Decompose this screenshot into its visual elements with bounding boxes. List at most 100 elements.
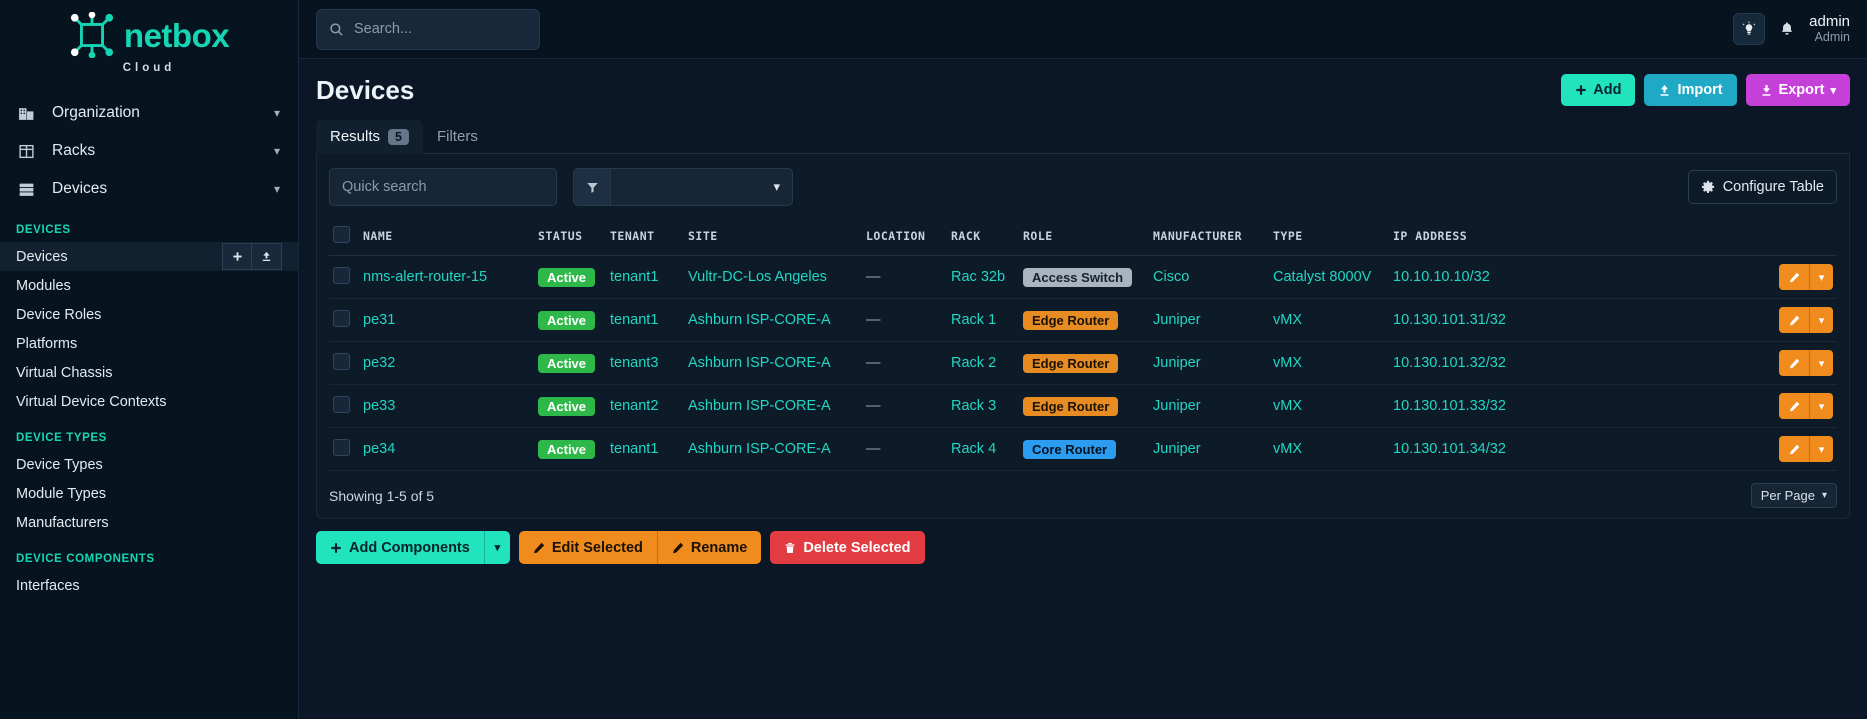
bell-icon[interactable] xyxy=(1779,21,1795,38)
row-edit-button[interactable] xyxy=(1779,264,1809,290)
column-header-rack[interactable]: RACK xyxy=(947,220,1019,256)
site-link[interactable]: Ashburn ISP-CORE-A xyxy=(688,441,831,457)
row-actions-caret-button[interactable]: ▾ xyxy=(1809,350,1833,376)
site-link[interactable]: Ashburn ISP-CORE-A xyxy=(688,312,831,328)
column-header-location[interactable]: LOCATION xyxy=(862,220,947,256)
sidebar-item-label: Device Roles xyxy=(16,306,102,323)
ip-address-link[interactable]: 10.130.101.33/32 xyxy=(1393,398,1506,414)
sidebar-item-platforms[interactable]: Platforms xyxy=(0,329,298,358)
rename-button[interactable]: Rename xyxy=(656,531,762,564)
tenant-link[interactable]: tenant2 xyxy=(610,398,658,414)
tab-filters[interactable]: Filters xyxy=(423,120,492,154)
row-edit-button[interactable] xyxy=(1779,307,1809,333)
site-link[interactable]: Ashburn ISP-CORE-A xyxy=(688,398,831,414)
row-edit-button[interactable] xyxy=(1779,436,1809,462)
delete-selected-button[interactable]: Delete Selected xyxy=(770,531,925,564)
configure-table-button[interactable]: Configure Table xyxy=(1687,170,1837,204)
row-actions-caret-button[interactable]: ▾ xyxy=(1809,393,1833,419)
sidebar-item-module-types[interactable]: Module Types xyxy=(0,479,298,508)
sidebar-item-devices[interactable]: Devices ▾ xyxy=(0,170,298,208)
rack-link[interactable]: Rack 3 xyxy=(951,398,996,414)
rack-link[interactable]: Rac 32b xyxy=(951,269,1005,285)
manufacturer-link[interactable]: Juniper xyxy=(1153,441,1201,457)
manufacturer-link[interactable]: Juniper xyxy=(1153,398,1201,414)
ip-address-link[interactable]: 10.130.101.31/32 xyxy=(1393,312,1506,328)
manufacturer-link[interactable]: Cisco xyxy=(1153,269,1189,285)
server-icon xyxy=(18,181,40,198)
type-link[interactable]: vMX xyxy=(1273,355,1302,371)
type-link[interactable]: vMX xyxy=(1273,441,1302,457)
sidebar-import-device-button[interactable] xyxy=(252,243,282,270)
column-header-tenant[interactable]: TENANT xyxy=(606,220,684,256)
row-checkbox[interactable] xyxy=(333,352,350,370)
tenant-link[interactable]: tenant1 xyxy=(610,269,658,285)
type-link[interactable]: Catalyst 8000V xyxy=(1273,269,1371,285)
quick-search-input[interactable]: Quick search xyxy=(329,168,557,206)
tenant-link[interactable]: tenant1 xyxy=(610,312,658,328)
type-link[interactable]: vMX xyxy=(1273,398,1302,414)
row-edit-button[interactable] xyxy=(1779,393,1809,419)
sidebar-item-modules[interactable]: Modules xyxy=(0,271,298,300)
tab-results[interactable]: Results 5 xyxy=(316,120,423,154)
add-components-button[interactable]: Add Components xyxy=(316,531,484,564)
sidebar-item-racks[interactable]: Racks ▾ xyxy=(0,132,298,170)
device-link[interactable]: pe31 xyxy=(363,312,395,328)
edit-selected-button[interactable]: Edit Selected xyxy=(518,531,657,564)
add-components-label: Add Components xyxy=(349,539,470,556)
column-header-manufacturer[interactable]: MANUFACTURER xyxy=(1149,220,1269,256)
rack-link[interactable]: Rack 2 xyxy=(951,355,996,371)
add-button[interactable]: Add xyxy=(1561,74,1636,106)
device-link[interactable]: pe34 xyxy=(363,441,395,457)
ip-address-link[interactable]: 10.130.101.34/32 xyxy=(1393,441,1506,457)
per-page-select[interactable]: Per Page ▾ xyxy=(1750,483,1837,508)
row-actions-caret-button[interactable]: ▾ xyxy=(1809,436,1833,462)
column-header-status[interactable]: STATUS xyxy=(534,220,606,256)
brand[interactable]: netbox Cloud xyxy=(0,0,298,80)
export-button[interactable]: Export ▾ xyxy=(1745,74,1850,106)
column-header-type[interactable]: TYPE xyxy=(1269,220,1389,256)
device-link[interactable]: pe32 xyxy=(363,355,395,371)
column-header-name[interactable]: NAME xyxy=(359,220,534,256)
row-checkbox[interactable] xyxy=(333,266,350,284)
saved-filter-value[interactable]: ▾ xyxy=(610,168,793,206)
ip-address-link[interactable]: 10.10.10.10/32 xyxy=(1393,269,1490,285)
sidebar-item-virtual-chassis[interactable]: Virtual Chassis xyxy=(0,358,298,387)
sidebar-item-device-types[interactable]: Device Types xyxy=(0,450,298,479)
row-checkbox[interactable] xyxy=(333,309,350,327)
add-components-caret-button[interactable]: ▾ xyxy=(483,531,510,564)
manufacturer-link[interactable]: Juniper xyxy=(1153,355,1201,371)
sidebar-item-devices-list[interactable]: Devices xyxy=(0,242,298,271)
ip-address-link[interactable]: 10.130.101.32/32 xyxy=(1393,355,1506,371)
column-header-site[interactable]: SITE xyxy=(684,220,862,256)
row-checkbox[interactable] xyxy=(333,438,350,456)
saved-filter-select[interactable]: ▾ xyxy=(573,168,793,206)
search-input[interactable]: Search... xyxy=(316,8,540,50)
sidebar-item-interfaces[interactable]: Interfaces xyxy=(0,571,298,600)
row-edit-button[interactable] xyxy=(1779,350,1809,376)
column-header-ip-address[interactable]: IP ADDRESS xyxy=(1389,220,1529,256)
sidebar-item-organization[interactable]: Organization ▾ xyxy=(0,94,298,132)
sidebar-add-device-button[interactable] xyxy=(222,243,252,270)
lightbulb-icon[interactable] xyxy=(1733,13,1766,45)
sidebar-item-manufacturers[interactable]: Manufacturers xyxy=(0,508,298,537)
type-link[interactable]: vMX xyxy=(1273,312,1302,328)
row-actions-caret-button[interactable]: ▾ xyxy=(1809,264,1833,290)
tenant-link[interactable]: tenant3 xyxy=(610,355,658,371)
device-link[interactable]: pe33 xyxy=(363,398,395,414)
site-link[interactable]: Vultr-DC-Los Angeles xyxy=(688,269,827,285)
row-actions-caret-button[interactable]: ▾ xyxy=(1809,307,1833,333)
user-menu[interactable]: admin Admin xyxy=(1809,13,1850,45)
manufacturer-link[interactable]: Juniper xyxy=(1153,312,1201,328)
sidebar-item-device-roles[interactable]: Device Roles xyxy=(0,300,298,329)
select-all-checkbox[interactable] xyxy=(333,226,350,243)
sidebar-item-virtual-device-contexts[interactable]: Virtual Device Contexts xyxy=(0,387,298,416)
site-link[interactable]: Ashburn ISP-CORE-A xyxy=(688,355,831,371)
tenant-link[interactable]: tenant1 xyxy=(610,441,658,457)
row-select-cell xyxy=(329,298,359,342)
import-button[interactable]: Import xyxy=(1644,74,1737,106)
rack-link[interactable]: Rack 4 xyxy=(951,441,996,457)
row-checkbox[interactable] xyxy=(333,395,350,413)
column-header-role[interactable]: ROLE xyxy=(1019,220,1149,256)
rack-link[interactable]: Rack 1 xyxy=(951,312,996,328)
device-link[interactable]: nms-alert-router-15 xyxy=(363,269,487,285)
